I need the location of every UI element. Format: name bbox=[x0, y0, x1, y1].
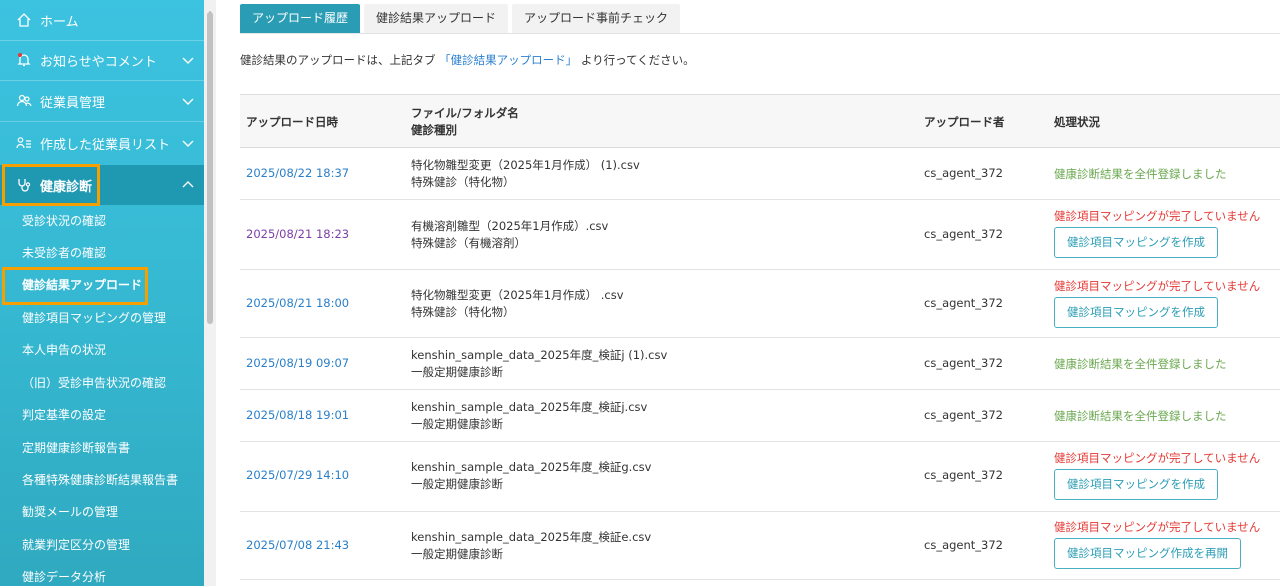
checkup-type: 特殊健診（特化物） bbox=[411, 305, 515, 319]
table-row: 2025/08/21 18:23 有機溶剤雛型（2025年1月作成）.csv 特… bbox=[240, 200, 1280, 270]
subnav-item[interactable]: 受診状況の確認 bbox=[22, 211, 106, 231]
upload-date-link[interactable]: 2025/07/29 14:10 bbox=[246, 468, 349, 482]
upload-date-link[interactable]: 2025/08/18 19:01 bbox=[246, 408, 349, 422]
subnav-item[interactable]: 勧奨メールの管理 bbox=[22, 502, 118, 522]
home-icon bbox=[16, 12, 32, 28]
upload-date-link[interactable]: 2025/08/22 18:37 bbox=[246, 166, 349, 180]
table-row: 2025/08/18 19:01 kenshin_sample_data_202… bbox=[240, 390, 1280, 442]
table-row: 2025/07/08 21:43 kenshin_sample_data_202… bbox=[240, 512, 1280, 580]
sidebar-item-label: ホーム bbox=[40, 14, 79, 30]
table-row: 2025/08/21 18:00 特化物雛型変更（2025年1月作成） .csv… bbox=[240, 270, 1280, 338]
tab-bar: アップロード履歴 健診結果アップロード アップロード事前チェック bbox=[240, 4, 684, 33]
chevron-down-icon bbox=[181, 53, 195, 67]
subnav-item[interactable]: 就業判定区分の管理 bbox=[22, 535, 130, 555]
checkup-type: 一般定期健康診断 bbox=[411, 365, 503, 379]
column-header-type: 健診種別 bbox=[411, 123, 457, 137]
status-text: 健診項目マッピングが完了していません bbox=[1054, 451, 1261, 465]
sidebar-item-employee-lists[interactable]: 作成した従業員リスト bbox=[0, 123, 204, 163]
uploader: cs_agent_372 bbox=[924, 356, 1003, 370]
upload-date-link[interactable]: 2025/08/19 09:07 bbox=[246, 356, 349, 370]
column-header-file: ファイル/フォルダ名 bbox=[411, 106, 519, 120]
sidebar-item-label: 従業員管理 bbox=[40, 95, 106, 111]
status-text: 健康診断結果を全件登録しました bbox=[1054, 167, 1227, 181]
notice-text: より行ってください。 bbox=[580, 53, 695, 67]
notice-text: 健診結果のアップロードは、上記タブ bbox=[240, 53, 436, 67]
chevron-down-icon bbox=[181, 94, 195, 108]
subnav-item[interactable]: 本人申告の状況 bbox=[22, 340, 106, 360]
sidebar-item-employees[interactable]: 従業員管理 bbox=[0, 81, 204, 121]
uploader: cs_agent_372 bbox=[924, 296, 1003, 310]
uploader: cs_agent_372 bbox=[924, 408, 1003, 422]
tab-upload-history[interactable]: アップロード履歴 bbox=[240, 4, 361, 33]
tab-pre-check[interactable]: アップロード事前チェック bbox=[512, 4, 681, 33]
users-icon bbox=[16, 93, 32, 109]
highlight-box bbox=[2, 164, 100, 206]
checkup-type: 一般定期健康診断 bbox=[411, 477, 503, 491]
column-header-uploader: アップロード者 bbox=[924, 115, 1005, 129]
table-row: 2025/08/22 18:37 特化物雛型変更（2025年1月作成） (1).… bbox=[240, 148, 1280, 200]
subnav-item[interactable]: 健診データ分析 bbox=[22, 567, 106, 586]
checkup-type: 一般定期健康診断 bbox=[411, 547, 503, 561]
create-mapping-button[interactable]: 健診項目マッピングを作成 bbox=[1054, 227, 1218, 258]
scrollbar-thumb[interactable] bbox=[207, 12, 213, 324]
table-row: 2025/07/29 14:10 kenshin_sample_data_202… bbox=[240, 442, 1280, 512]
status-text: 健診項目マッピングが完了していません bbox=[1054, 520, 1261, 534]
uploader: cs_agent_372 bbox=[924, 468, 1003, 482]
uploader: cs_agent_372 bbox=[924, 166, 1003, 180]
upload-notice: 健診結果のアップロードは、上記タブ 「健診結果アップロード」 より行ってください… bbox=[240, 52, 695, 68]
subnav-item[interactable]: 健診項目マッピングの管理 bbox=[22, 308, 166, 328]
file-name: kenshin_sample_data_2025年度_検証e.csv bbox=[411, 530, 652, 544]
subnav-item[interactable]: 定期健康診断報告書 bbox=[22, 438, 130, 458]
column-header-status: 処理状況 bbox=[1054, 115, 1100, 129]
status-text: 健康診断結果を全件登録しました bbox=[1054, 409, 1227, 423]
subnav-item[interactable]: （旧）受診申告状況の確認 bbox=[22, 373, 166, 393]
notice-link[interactable]: 「健診結果アップロード」 bbox=[439, 53, 577, 67]
checkup-type: 特殊健診（有機溶剤） bbox=[411, 236, 526, 250]
checkup-type: 一般定期健康診断 bbox=[411, 417, 503, 431]
list-user-icon bbox=[16, 135, 32, 151]
subnav-item[interactable]: 未受診者の確認 bbox=[22, 243, 106, 263]
uploader: cs_agent_372 bbox=[924, 538, 1003, 552]
file-name: 有機溶剤雛型（2025年1月作成）.csv bbox=[411, 219, 609, 233]
chevron-up-icon bbox=[181, 178, 195, 192]
chevron-down-icon bbox=[181, 136, 195, 150]
checkup-type: 特殊健診（特化物） bbox=[411, 175, 515, 189]
tab-result-upload[interactable]: 健診結果アップロード bbox=[364, 4, 509, 33]
file-name: 特化物雛型変更（2025年1月作成） .csv bbox=[411, 288, 624, 302]
resume-mapping-button[interactable]: 健診項目マッピング作成を再開 bbox=[1054, 538, 1241, 569]
upload-date-link[interactable]: 2025/07/08 21:43 bbox=[246, 538, 349, 552]
divider bbox=[0, 121, 204, 122]
subnav-item[interactable]: 判定基準の設定 bbox=[22, 405, 106, 425]
table-header: アップロード日時 ファイル/フォルダ名 健診種別 アップロード者 処理状況 bbox=[240, 94, 1280, 148]
sidebar: ホーム お知らせやコメント 従業員管理 作成した従業員リスト 健康診断 受診状況… bbox=[0, 0, 204, 586]
upload-date-link[interactable]: 2025/08/21 18:23 bbox=[246, 227, 349, 241]
sidebar-scrollbar[interactable] bbox=[204, 0, 216, 586]
sidebar-item-label: 作成した従業員リスト bbox=[40, 137, 171, 153]
file-name: kenshin_sample_data_2025年度_検証j (1).csv bbox=[411, 348, 668, 362]
scroll-up-arrow-icon[interactable] bbox=[206, 2, 214, 15]
file-name: kenshin_sample_data_2025年度_検証j.csv bbox=[411, 400, 648, 414]
highlight-box bbox=[2, 267, 148, 305]
sidebar-item-home[interactable]: ホーム bbox=[0, 0, 204, 40]
bell-icon bbox=[16, 52, 32, 68]
divider bbox=[240, 33, 1280, 34]
sidebar-item-notifications[interactable]: お知らせやコメント bbox=[0, 40, 204, 80]
status-text: 健診項目マッピングが完了していません bbox=[1054, 209, 1261, 223]
column-header-date: アップロード日時 bbox=[246, 115, 338, 129]
file-name: kenshin_sample_data_2025年度_検証g.csv bbox=[411, 460, 652, 474]
file-name: 特化物雛型変更（2025年1月作成） (1).csv bbox=[411, 158, 640, 172]
uploader: cs_agent_372 bbox=[924, 227, 1003, 241]
table-row: 2025/08/19 09:07 kenshin_sample_data_202… bbox=[240, 338, 1280, 390]
sidebar-item-label: お知らせやコメント bbox=[40, 54, 157, 70]
create-mapping-button[interactable]: 健診項目マッピングを作成 bbox=[1054, 469, 1218, 500]
status-text: 健康診断結果を全件登録しました bbox=[1054, 357, 1227, 371]
create-mapping-button[interactable]: 健診項目マッピングを作成 bbox=[1054, 297, 1218, 328]
upload-date-link[interactable]: 2025/08/21 18:00 bbox=[246, 296, 349, 310]
subnav-item[interactable]: 各種特殊健康診断結果報告書 bbox=[22, 470, 178, 490]
status-text: 健診項目マッピングが完了していません bbox=[1054, 279, 1261, 293]
